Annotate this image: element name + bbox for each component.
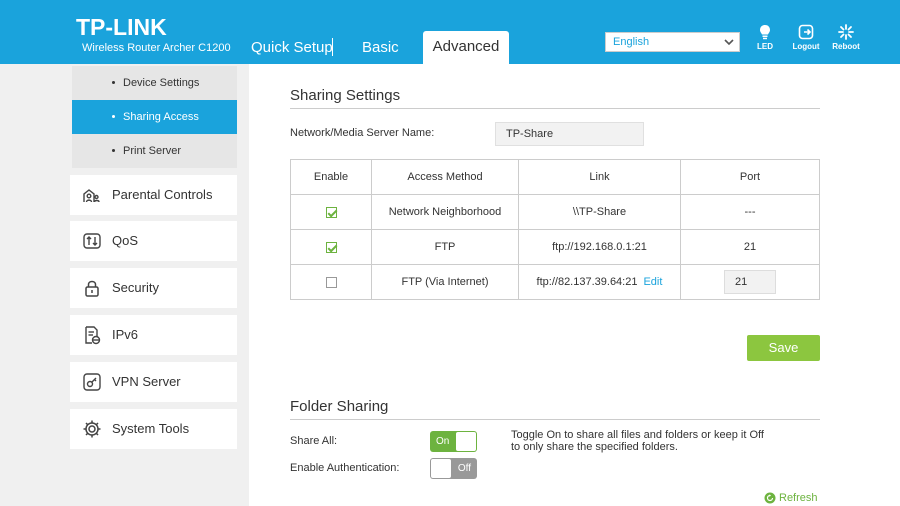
toggle-state: On bbox=[436, 436, 450, 447]
sidebar-item-label: QoS bbox=[112, 233, 139, 248]
access-method: Network Neighborhood bbox=[371, 194, 519, 230]
auth-label: Enable Authentication: bbox=[290, 462, 400, 474]
toggle-knob bbox=[456, 432, 476, 451]
language-select[interactable]: English bbox=[605, 32, 740, 52]
reboot-icon bbox=[838, 24, 854, 40]
chevron-down-icon bbox=[724, 39, 734, 46]
main-content: Sharing Settings Network/Media Server Na… bbox=[249, 64, 900, 506]
sidebar-item-vpn-server[interactable]: VPN Server bbox=[70, 362, 237, 402]
divider bbox=[290, 108, 820, 109]
refresh-button[interactable]: Refresh bbox=[764, 492, 818, 504]
bulb-icon bbox=[760, 25, 770, 40]
logout-label: Logout bbox=[792, 42, 820, 51]
logout-icon bbox=[798, 24, 814, 40]
table-row: FTP (Via Internet) ftp://82.137.39.64:21… bbox=[290, 264, 820, 300]
reboot-button[interactable]: Reboot bbox=[826, 24, 866, 51]
access-link: ftp://82.137.39.64:21 bbox=[536, 276, 638, 288]
sidebar-item-sharing-access[interactable]: Sharing Access bbox=[72, 100, 237, 134]
table-row: FTP ftp://192.168.0.1:21 21 bbox=[290, 229, 820, 265]
divider bbox=[290, 419, 820, 420]
sidebar-item-device-settings[interactable]: Device Settings bbox=[72, 66, 237, 100]
router-model: Wireless Router Archer C1200 bbox=[82, 42, 231, 54]
port-value: --- bbox=[680, 194, 820, 230]
enable-checkbox[interactable] bbox=[325, 276, 337, 288]
refresh-icon bbox=[764, 492, 776, 504]
toggle-knob bbox=[431, 459, 451, 478]
column-header: Access Method bbox=[371, 159, 519, 195]
sidebar-item-label: VPN Server bbox=[112, 374, 181, 389]
lock-icon bbox=[85, 280, 99, 297]
ipv6-icon bbox=[85, 326, 101, 345]
gear-icon bbox=[83, 420, 101, 438]
tab-advanced[interactable]: Advanced bbox=[423, 31, 509, 65]
led-label: LED bbox=[757, 42, 773, 51]
tab-separator bbox=[332, 38, 333, 56]
column-header: Enable bbox=[290, 159, 372, 195]
server-name-field[interactable]: TP-Share bbox=[495, 122, 644, 146]
folder-sharing-title: Folder Sharing bbox=[290, 398, 389, 415]
column-header: Port bbox=[680, 159, 820, 195]
enable-checkbox[interactable] bbox=[325, 241, 337, 253]
refresh-label: Refresh bbox=[779, 492, 818, 504]
bullet-icon bbox=[112, 149, 115, 152]
sidebar-item-ipv6[interactable]: IPv6 bbox=[70, 315, 237, 355]
vpn-icon bbox=[83, 373, 101, 391]
port-value: 21 bbox=[680, 229, 820, 265]
sidebar-item-parental-controls[interactable]: Parental Controls bbox=[70, 175, 237, 215]
toggle-state: Off bbox=[457, 463, 471, 474]
language-value: English bbox=[613, 36, 650, 48]
edit-link[interactable]: Edit bbox=[643, 276, 662, 288]
port-input[interactable]: 21 bbox=[724, 270, 776, 294]
enable-checkbox[interactable] bbox=[325, 206, 337, 218]
access-link: \\TP-Share bbox=[518, 194, 681, 230]
led-button[interactable]: LED bbox=[745, 24, 785, 51]
share-all-label: Share All: bbox=[290, 435, 338, 447]
tab-quick-setup[interactable]: Quick Setup bbox=[251, 39, 333, 56]
share-all-toggle[interactable]: On bbox=[430, 431, 477, 452]
sidebar-item-label: System Tools bbox=[112, 421, 190, 436]
sharing-table: Enable Access Method Link Port Network N… bbox=[290, 159, 820, 300]
sidebar-item-qos[interactable]: QoS bbox=[70, 221, 237, 261]
reboot-label: Reboot bbox=[832, 42, 860, 51]
sidebar-item-security[interactable]: Security bbox=[70, 268, 237, 308]
sidebar-item-print-server[interactable]: Print Server bbox=[72, 134, 237, 168]
sharing-settings-title: Sharing Settings bbox=[290, 87, 401, 104]
access-method: FTP bbox=[371, 229, 519, 265]
access-method: FTP (Via Internet) bbox=[371, 264, 519, 300]
tab-basic[interactable]: Basic bbox=[362, 39, 399, 56]
bullet-icon bbox=[112, 115, 115, 118]
sidebar: Device Settings Sharing Access Print Ser… bbox=[0, 64, 249, 506]
share-all-hint: Toggle On to share all files and folders… bbox=[511, 429, 764, 453]
column-header: Link bbox=[518, 159, 681, 195]
sidebar-item-label: IPv6 bbox=[112, 327, 139, 342]
access-link-cell: ftp://82.137.39.64:21 Edit bbox=[518, 264, 681, 300]
logout-button[interactable]: Logout bbox=[786, 24, 826, 51]
server-name-label: Network/Media Server Name: bbox=[290, 127, 435, 139]
top-header: TP-LINK Wireless Router Archer C1200 Qui… bbox=[0, 0, 900, 65]
sidebar-item-label: Security bbox=[112, 280, 159, 295]
save-button[interactable]: Save bbox=[747, 335, 820, 361]
sidebar-item-label: Parental Controls bbox=[112, 187, 213, 202]
authentication-toggle[interactable]: Off bbox=[430, 458, 477, 479]
parental-controls-icon bbox=[83, 189, 100, 203]
bullet-icon bbox=[112, 81, 115, 84]
sidebar-item-system-tools[interactable]: System Tools bbox=[70, 409, 237, 449]
table-row: Network Neighborhood \\TP-Share --- bbox=[290, 194, 820, 230]
brand-logo: TP-LINK bbox=[76, 14, 167, 40]
table-header-row: Enable Access Method Link Port bbox=[290, 159, 820, 195]
access-link: ftp://192.168.0.1:21 bbox=[518, 229, 681, 265]
qos-icon bbox=[83, 233, 101, 249]
